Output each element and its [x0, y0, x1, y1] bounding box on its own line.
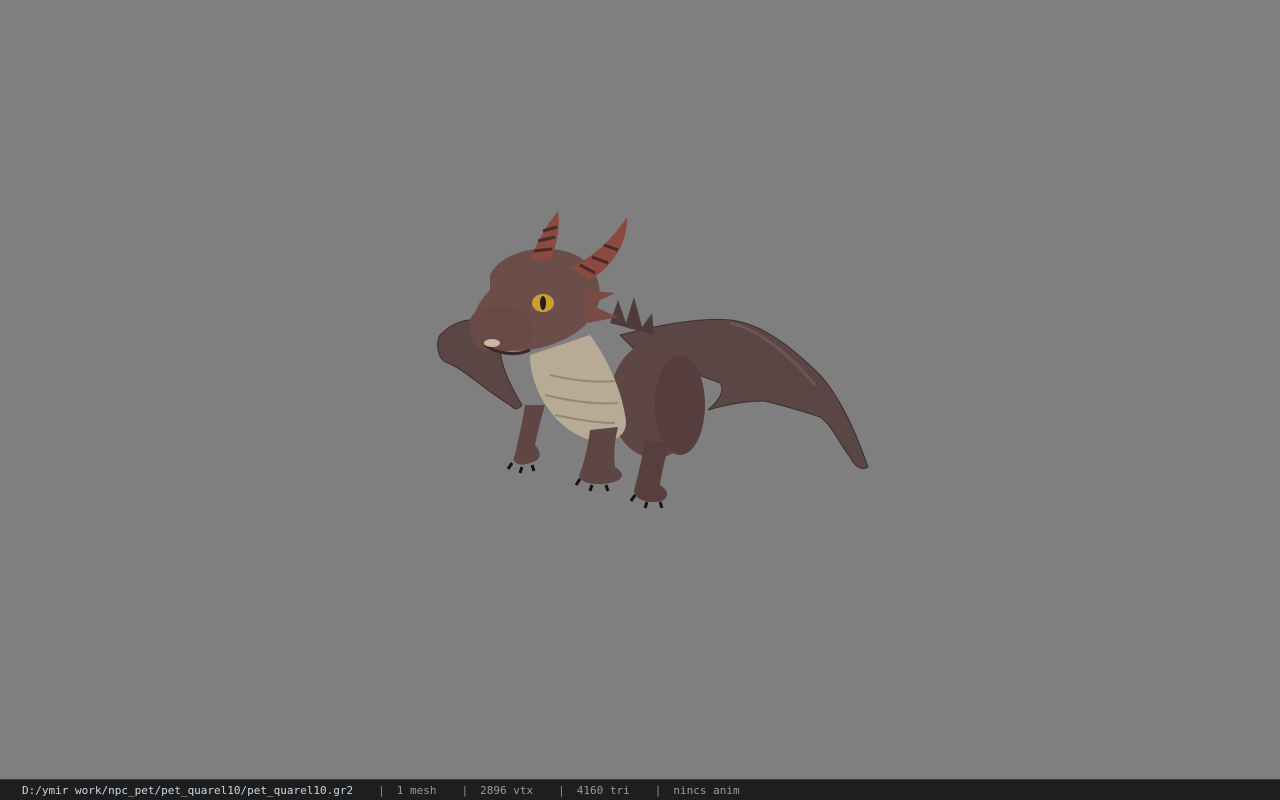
separator: |	[461, 783, 469, 797]
file-path: D:/ymir work/npc_pet/pet_quarel10/pet_qu…	[22, 783, 354, 797]
status-bar: D:/ymir work/npc_pet/pet_quarel10/pet_qu…	[0, 779, 1280, 800]
dragon-model-icon	[437, 211, 869, 509]
separator: |	[654, 783, 662, 797]
triangle-count: 4160 tri	[576, 783, 630, 797]
mesh-count: 1 mesh	[396, 783, 437, 797]
vertex-count: 2896 vtx	[480, 783, 534, 797]
separator: |	[378, 783, 385, 797]
separator: |	[558, 783, 565, 797]
animation-status: nincs anim	[673, 783, 740, 797]
3d-viewport[interactable]	[0, 0, 1280, 779]
